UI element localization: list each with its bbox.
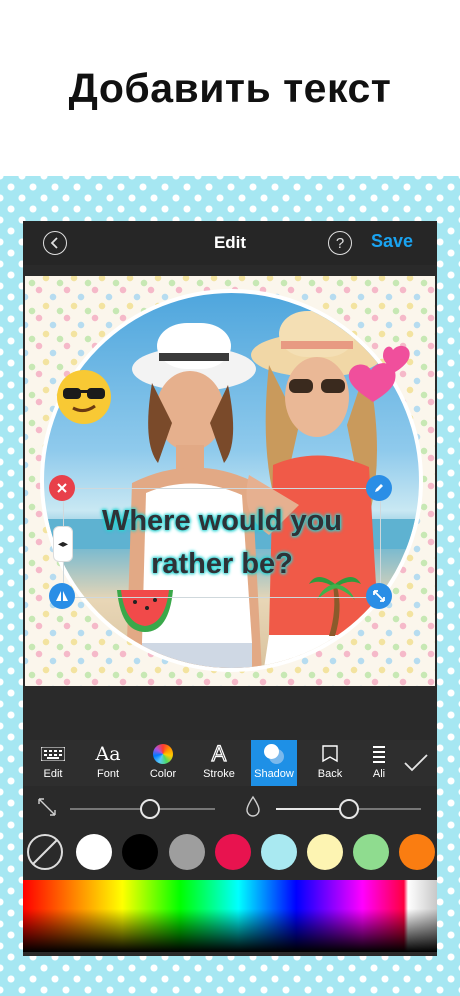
flip-handle[interactable]: [49, 583, 75, 609]
pencil-icon: [375, 484, 383, 492]
opacity-slider-knob[interactable]: [339, 799, 359, 819]
swatch-light-blue[interactable]: [261, 834, 297, 870]
editing-canvas[interactable]: Where would you rather be? ◂▸: [25, 276, 435, 686]
align-icon: [372, 740, 386, 768]
color-spectrum-picker[interactable]: [23, 880, 437, 952]
save-button[interactable]: Save: [371, 231, 413, 252]
tool-bar: Edit Aa Font Color A Stroke Shadow Back …: [23, 740, 437, 786]
no-color-swatch[interactable]: [27, 834, 63, 870]
resize-arrows-icon: [373, 590, 385, 602]
color-swatches: [23, 828, 437, 876]
none-slash-icon: [32, 839, 58, 865]
delete-handle[interactable]: [49, 475, 75, 501]
swatch-white[interactable]: [76, 834, 112, 870]
shadow-icon: [263, 740, 285, 768]
stroke-a-icon: A: [211, 740, 227, 766]
help-button[interactable]: ?: [328, 231, 352, 255]
headline-text: Добавить текст: [68, 64, 392, 111]
text-sticker-line-2: rather be?: [151, 548, 293, 580]
tool-color[interactable]: Color: [140, 740, 186, 786]
swatch-light-green[interactable]: [353, 834, 389, 870]
swatch-light-yellow[interactable]: [307, 834, 343, 870]
tool-align-label: Ali: [372, 768, 386, 780]
close-icon: [57, 483, 67, 493]
text-sticker-box[interactable]: Where would you rather be?: [63, 488, 381, 598]
offset-slider-knob[interactable]: [140, 799, 160, 819]
tool-align[interactable]: Ali: [356, 740, 402, 786]
tool-edit-label: Edit: [43, 768, 63, 780]
resize-handle[interactable]: [366, 583, 392, 609]
tool-font[interactable]: Aa Font: [85, 740, 131, 786]
text-sticker[interactable]: Where would you rather be?: [64, 489, 380, 597]
keyboard-icon: [41, 740, 65, 768]
tool-font-label: Font: [96, 768, 119, 780]
shadow-sliders: [23, 786, 437, 828]
tool-stroke[interactable]: A Stroke: [196, 740, 242, 786]
checkmark-icon: [404, 754, 428, 772]
tool-stroke-label: Stroke: [203, 768, 235, 780]
tool-edit[interactable]: Edit: [30, 740, 76, 786]
flip-icon: [56, 591, 68, 601]
shadow-offset-icon: [38, 798, 56, 816]
text-sticker-line-1: Where would you: [101, 505, 343, 537]
app-screen: Edit ? Save Where would you rather be? ◂…: [23, 221, 437, 956]
confirm-button[interactable]: [401, 748, 431, 778]
tool-shadow-label: Shadow: [254, 768, 294, 780]
tool-shadow[interactable]: Shadow: [251, 740, 297, 786]
swatch-crimson[interactable]: [215, 834, 251, 870]
sunglasses-emoji-sticker[interactable]: [55, 368, 113, 426]
tool-back[interactable]: Back: [307, 740, 353, 786]
color-wheel-icon: [153, 740, 173, 768]
stretch-arrows-icon: ◂▸: [57, 538, 69, 550]
opacity-drop-icon: [246, 795, 260, 817]
top-bar: Edit ? Save: [23, 221, 437, 265]
swatch-orange[interactable]: [399, 834, 435, 870]
headline-banner: Добавить текст: [0, 0, 460, 176]
swatch-gray[interactable]: [169, 834, 205, 870]
back-layer-icon: [320, 740, 340, 768]
swatch-black[interactable]: [122, 834, 158, 870]
font-aa-icon: Aa: [95, 743, 121, 765]
heart-emoji-sticker[interactable]: [347, 340, 417, 410]
stretch-handle[interactable]: ◂▸: [53, 526, 73, 562]
tool-color-label: Color: [149, 768, 177, 780]
edit-handle[interactable]: [366, 475, 392, 501]
opacity-slider-fill: [276, 808, 346, 810]
help-icon: ?: [335, 234, 345, 252]
tool-back-label: Back: [317, 768, 343, 780]
